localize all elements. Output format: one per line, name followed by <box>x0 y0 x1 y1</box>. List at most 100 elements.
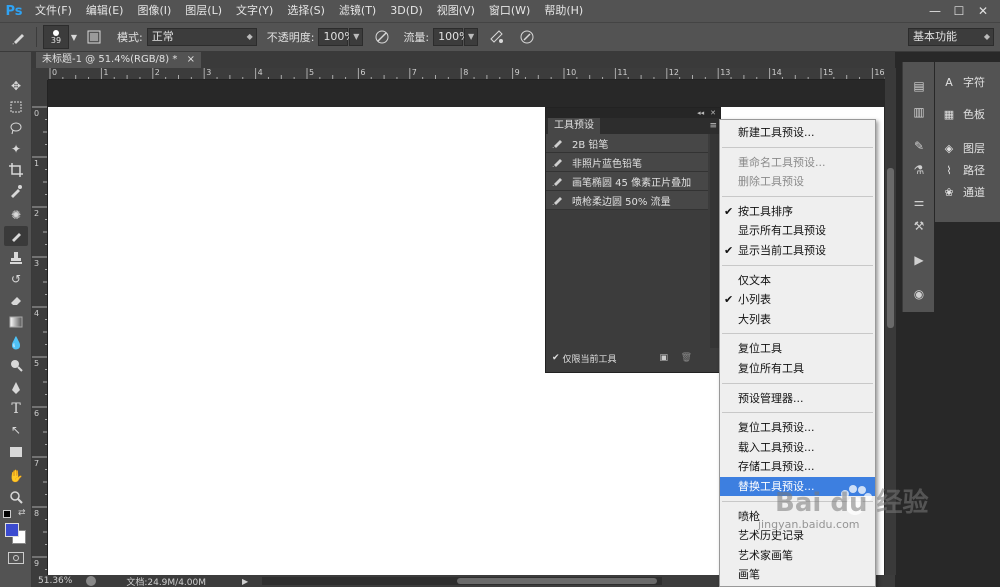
panel-item-swatches[interactable]: ▦ 色板 <box>941 104 985 124</box>
context-menu-item[interactable]: 存储工具预设... <box>720 457 875 476</box>
lasso-tool-icon[interactable] <box>4 118 28 138</box>
menu-item[interactable]: 图像(I) <box>130 0 178 22</box>
status-share-icon[interactable] <box>86 576 97 586</box>
zoom-tool-icon[interactable] <box>4 487 28 507</box>
clone-stamp-tool-icon[interactable] <box>4 248 28 268</box>
context-menu-item[interactable]: 复位所有工具 <box>720 359 875 378</box>
mode-select[interactable]: 正常 ◆ <box>146 28 257 46</box>
marquee-tool-icon[interactable] <box>4 97 28 117</box>
context-menu-item[interactable]: 仅文本 <box>720 271 875 290</box>
brush-tool-icon[interactable] <box>8 26 30 48</box>
brush-preset-picker[interactable]: 39 <box>43 25 69 49</box>
eyedropper-tool-icon[interactable] <box>4 181 28 201</box>
adjustments-panel-icon[interactable]: ⚌ <box>908 192 930 212</box>
eraser-tool-icon[interactable] <box>4 290 28 310</box>
path-selection-tool-icon[interactable]: ↖ <box>4 420 28 440</box>
panel-menu-icon[interactable]: ≡ <box>709 121 717 131</box>
context-menu-item[interactable]: ✔ 小列表 <box>720 290 875 309</box>
trash-icon[interactable]: 🗑 <box>681 353 692 363</box>
foreground-color-swatch[interactable] <box>5 523 19 537</box>
horizontal-scrollbar-thumb[interactable] <box>457 578 658 584</box>
context-menu-item[interactable]: 画笔 <box>720 565 875 584</box>
panel-item-paths[interactable]: ⌇ 路径 <box>941 160 985 180</box>
flow-field[interactable]: 100% <box>433 28 470 46</box>
menu-item[interactable]: 视图(V) <box>430 0 482 22</box>
opacity-field[interactable]: 100% <box>318 28 355 46</box>
context-menu-item[interactable]: 显示所有工具预设 <box>720 221 875 240</box>
close-tab-icon[interactable]: × <box>187 54 195 65</box>
hand-tool-icon[interactable]: ✋ <box>4 466 28 486</box>
dodge-tool-icon[interactable] <box>4 355 28 375</box>
zoom-level[interactable]: 51.36% <box>38 576 72 586</box>
close-window-button[interactable]: ✕ <box>974 3 992 19</box>
context-menu-item[interactable]: 载入工具预设... <box>720 438 875 457</box>
preset-item[interactable]: 2B 铅笔 <box>546 134 708 153</box>
context-menu-item[interactable]: 新建工具预设... <box>720 123 875 142</box>
spot-healing-tool-icon[interactable]: ✺ <box>4 205 28 225</box>
preset-item[interactable]: 非照片蓝色铅笔 <box>546 153 708 172</box>
preset-item[interactable]: 喷枪柔边圆 50% 流量 <box>546 191 708 210</box>
collapse-panel-icon[interactable]: ◂◂ <box>697 109 704 117</box>
history-panel-icon[interactable]: ▤ <box>908 76 930 96</box>
menu-item[interactable]: 文件(F) <box>28 0 79 22</box>
restore-button[interactable]: ☐ <box>950 3 968 19</box>
panel-item-character[interactable]: A 字符 <box>941 72 985 92</box>
workspace-select[interactable]: 基本功能 ◆ <box>908 28 994 46</box>
flow-dropdown-button[interactable]: ▼ <box>464 28 479 46</box>
blur-tool-icon[interactable]: 💧 <box>4 333 28 353</box>
scrollbar-thumb[interactable] <box>887 168 894 328</box>
move-tool-icon[interactable]: ✥ <box>4 76 28 96</box>
current-tool-only-checkbox[interactable]: ✔ <box>552 353 560 363</box>
menu-item[interactable]: 编辑(E) <box>79 0 131 22</box>
menu-item[interactable]: 3D(D) <box>383 0 430 22</box>
history-brush-tool-icon[interactable]: ↺ <box>4 269 28 289</box>
rectangle-tool-icon[interactable] <box>4 442 28 462</box>
gradient-tool-icon[interactable] <box>4 312 28 332</box>
preset-item[interactable]: 画笔椭圆 45 像素正片叠加 <box>546 172 708 191</box>
context-menu-item[interactable]: 艺术历史记录 <box>720 526 875 545</box>
context-menu-item[interactable]: 替换工具预设... <box>720 477 875 496</box>
menu-item[interactable]: 滤镜(T) <box>332 0 383 22</box>
new-preset-icon[interactable]: ▣ <box>659 353 668 363</box>
context-menu-item[interactable]: 大列表 <box>720 310 875 329</box>
actions-panel-icon[interactable]: ▥ <box>908 102 930 122</box>
pen-tool-icon[interactable] <box>4 378 28 398</box>
context-menu-item[interactable]: 喷枪 <box>720 507 875 526</box>
context-menu-item[interactable]: 复位工具 <box>720 339 875 358</box>
document-tab[interactable]: 未标题-1 @ 51.4%(RGB/8) * × <box>36 52 201 68</box>
styles-panel-icon[interactable]: ◉ <box>908 284 930 304</box>
opacity-dropdown-button[interactable]: ▼ <box>349 28 364 46</box>
context-menu-item[interactable]: 复位工具预设... <box>720 418 875 437</box>
pressure-opacity-icon[interactable] <box>371 26 393 48</box>
panel-item-channels[interactable]: ❀ 通道 <box>941 182 985 202</box>
magic-wand-tool-icon[interactable]: ✦ <box>4 139 28 159</box>
crop-tool-icon[interactable] <box>4 160 28 180</box>
clone-source-icon[interactable]: ⚗ <box>908 160 930 180</box>
play-panel-icon[interactable]: ▶ <box>908 250 930 270</box>
status-menu-arrow-icon[interactable]: ▶ <box>242 577 248 586</box>
swap-colors-icon[interactable]: ⇄ <box>18 508 26 518</box>
context-menu-item[interactable]: ✔ 显示当前工具预设 <box>720 241 875 260</box>
context-menu-item[interactable]: ✔ 按工具排序 <box>720 202 875 221</box>
pressure-size-icon[interactable] <box>516 26 538 48</box>
context-menu-item[interactable]: 艺术家画笔 <box>720 546 875 565</box>
tab-tool-presets[interactable]: 工具预设 <box>548 118 600 134</box>
panel-item-layers[interactable]: ◈ 图层 <box>941 138 985 158</box>
airbrush-icon[interactable] <box>486 26 508 48</box>
quick-mask-icon[interactable] <box>8 552 24 564</box>
chevron-down-icon[interactable]: ▼ <box>69 26 79 48</box>
menu-item[interactable]: 选择(S) <box>280 0 332 22</box>
brush-panel-toggle-icon[interactable] <box>83 26 105 48</box>
close-panel-icon[interactable]: ✕ <box>710 109 716 117</box>
tool-presets-panel-icon[interactable]: ⚒ <box>908 216 930 236</box>
horizontal-scrollbar[interactable] <box>262 577 663 585</box>
brush-tool-icon[interactable] <box>4 226 28 246</box>
menu-item[interactable]: 窗口(W) <box>482 0 537 22</box>
menu-item[interactable]: 帮助(H) <box>537 0 590 22</box>
minimize-button[interactable]: — <box>926 3 944 19</box>
menu-item[interactable]: 文字(Y) <box>229 0 280 22</box>
context-menu-item[interactable]: 预设管理器... <box>720 389 875 408</box>
brush-panel-icon[interactable]: ✎ <box>908 136 930 156</box>
type-tool-icon[interactable]: T <box>4 399 28 419</box>
default-colors-icon[interactable] <box>3 510 11 518</box>
